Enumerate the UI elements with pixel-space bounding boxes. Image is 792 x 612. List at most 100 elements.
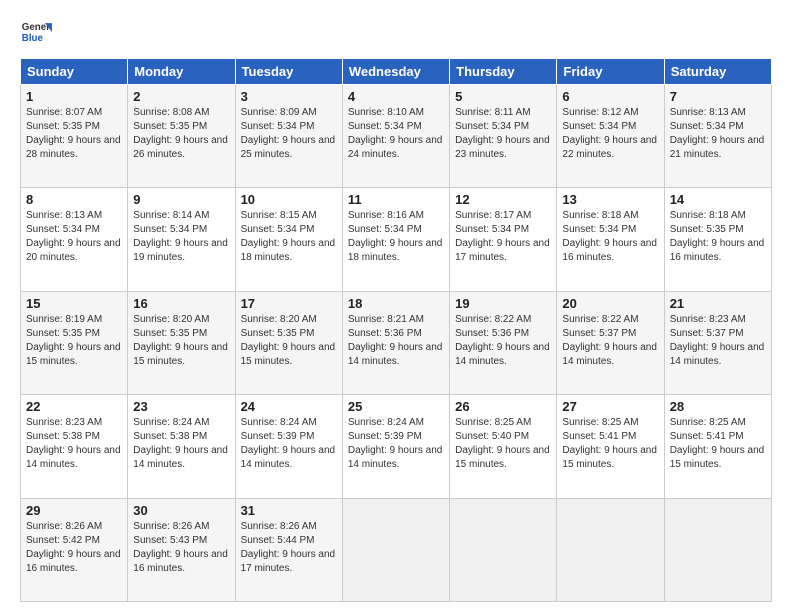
week-row-2: 8 Sunrise: 8:13 AMSunset: 5:34 PMDayligh… xyxy=(21,188,772,291)
day-cell: 1 Sunrise: 8:07 AMSunset: 5:35 PMDayligh… xyxy=(21,85,128,188)
day-cell: 21 Sunrise: 8:23 AMSunset: 5:37 PMDaylig… xyxy=(664,291,771,394)
day-number: 9 xyxy=(133,192,229,207)
weekday-header-row: SundayMondayTuesdayWednesdayThursdayFrid… xyxy=(21,59,772,85)
weekday-header-wednesday: Wednesday xyxy=(342,59,449,85)
day-info: Sunrise: 8:20 AMSunset: 5:35 PMDaylight:… xyxy=(133,314,228,367)
day-cell xyxy=(342,498,449,601)
day-cell: 14 Sunrise: 8:18 AMSunset: 5:35 PMDaylig… xyxy=(664,188,771,291)
day-info: Sunrise: 8:21 AMSunset: 5:36 PMDaylight:… xyxy=(348,314,443,367)
day-cell: 24 Sunrise: 8:24 AMSunset: 5:39 PMDaylig… xyxy=(235,395,342,498)
day-info: Sunrise: 8:26 AMSunset: 5:42 PMDaylight:… xyxy=(26,521,121,574)
day-cell: 31 Sunrise: 8:26 AMSunset: 5:44 PMDaylig… xyxy=(235,498,342,601)
day-number: 10 xyxy=(241,192,337,207)
day-info: Sunrise: 8:15 AMSunset: 5:34 PMDaylight:… xyxy=(241,210,336,263)
day-number: 27 xyxy=(562,399,658,414)
day-number: 11 xyxy=(348,192,444,207)
day-info: Sunrise: 8:12 AMSunset: 5:34 PMDaylight:… xyxy=(562,107,657,160)
day-info: Sunrise: 8:25 AMSunset: 5:41 PMDaylight:… xyxy=(670,417,765,470)
weekday-header-monday: Monday xyxy=(128,59,235,85)
day-number: 29 xyxy=(26,503,122,518)
week-row-1: 1 Sunrise: 8:07 AMSunset: 5:35 PMDayligh… xyxy=(21,85,772,188)
day-number: 23 xyxy=(133,399,229,414)
day-cell: 13 Sunrise: 8:18 AMSunset: 5:34 PMDaylig… xyxy=(557,188,664,291)
day-cell: 15 Sunrise: 8:19 AMSunset: 5:35 PMDaylig… xyxy=(21,291,128,394)
week-row-5: 29 Sunrise: 8:26 AMSunset: 5:42 PMDaylig… xyxy=(21,498,772,601)
weekday-header-sunday: Sunday xyxy=(21,59,128,85)
day-number: 7 xyxy=(670,89,766,104)
day-number: 5 xyxy=(455,89,551,104)
day-cell: 5 Sunrise: 8:11 AMSunset: 5:34 PMDayligh… xyxy=(450,85,557,188)
day-info: Sunrise: 8:07 AMSunset: 5:35 PMDaylight:… xyxy=(26,107,121,160)
day-number: 16 xyxy=(133,296,229,311)
day-cell: 17 Sunrise: 8:20 AMSunset: 5:35 PMDaylig… xyxy=(235,291,342,394)
day-info: Sunrise: 8:16 AMSunset: 5:34 PMDaylight:… xyxy=(348,210,443,263)
day-cell: 19 Sunrise: 8:22 AMSunset: 5:36 PMDaylig… xyxy=(450,291,557,394)
day-info: Sunrise: 8:22 AMSunset: 5:36 PMDaylight:… xyxy=(455,314,550,367)
day-info: Sunrise: 8:22 AMSunset: 5:37 PMDaylight:… xyxy=(562,314,657,367)
day-cell: 8 Sunrise: 8:13 AMSunset: 5:34 PMDayligh… xyxy=(21,188,128,291)
day-info: Sunrise: 8:18 AMSunset: 5:34 PMDaylight:… xyxy=(562,210,657,263)
day-cell: 26 Sunrise: 8:25 AMSunset: 5:40 PMDaylig… xyxy=(450,395,557,498)
week-row-4: 22 Sunrise: 8:23 AMSunset: 5:38 PMDaylig… xyxy=(21,395,772,498)
day-cell: 6 Sunrise: 8:12 AMSunset: 5:34 PMDayligh… xyxy=(557,85,664,188)
day-number: 19 xyxy=(455,296,551,311)
day-number: 1 xyxy=(26,89,122,104)
page: General Blue SundayMondayTuesdayWednesda… xyxy=(0,0,792,612)
day-number: 14 xyxy=(670,192,766,207)
day-number: 25 xyxy=(348,399,444,414)
day-info: Sunrise: 8:10 AMSunset: 5:34 PMDaylight:… xyxy=(348,107,443,160)
day-cell: 16 Sunrise: 8:20 AMSunset: 5:35 PMDaylig… xyxy=(128,291,235,394)
weekday-header-saturday: Saturday xyxy=(664,59,771,85)
day-cell: 20 Sunrise: 8:22 AMSunset: 5:37 PMDaylig… xyxy=(557,291,664,394)
day-info: Sunrise: 8:23 AMSunset: 5:38 PMDaylight:… xyxy=(26,417,121,470)
day-cell: 27 Sunrise: 8:25 AMSunset: 5:41 PMDaylig… xyxy=(557,395,664,498)
day-cell: 29 Sunrise: 8:26 AMSunset: 5:42 PMDaylig… xyxy=(21,498,128,601)
day-cell: 3 Sunrise: 8:09 AMSunset: 5:34 PMDayligh… xyxy=(235,85,342,188)
day-cell: 23 Sunrise: 8:24 AMSunset: 5:38 PMDaylig… xyxy=(128,395,235,498)
day-info: Sunrise: 8:13 AMSunset: 5:34 PMDaylight:… xyxy=(670,107,765,160)
day-cell: 10 Sunrise: 8:15 AMSunset: 5:34 PMDaylig… xyxy=(235,188,342,291)
day-cell: 2 Sunrise: 8:08 AMSunset: 5:35 PMDayligh… xyxy=(128,85,235,188)
day-cell: 28 Sunrise: 8:25 AMSunset: 5:41 PMDaylig… xyxy=(664,395,771,498)
day-cell: 7 Sunrise: 8:13 AMSunset: 5:34 PMDayligh… xyxy=(664,85,771,188)
day-number: 3 xyxy=(241,89,337,104)
day-info: Sunrise: 8:11 AMSunset: 5:34 PMDaylight:… xyxy=(455,107,550,160)
day-cell xyxy=(557,498,664,601)
day-cell: 12 Sunrise: 8:17 AMSunset: 5:34 PMDaylig… xyxy=(450,188,557,291)
day-number: 12 xyxy=(455,192,551,207)
day-info: Sunrise: 8:26 AMSunset: 5:43 PMDaylight:… xyxy=(133,521,228,574)
day-info: Sunrise: 8:17 AMSunset: 5:34 PMDaylight:… xyxy=(455,210,550,263)
calendar: SundayMondayTuesdayWednesdayThursdayFrid… xyxy=(20,58,772,602)
day-info: Sunrise: 8:14 AMSunset: 5:34 PMDaylight:… xyxy=(133,210,228,263)
day-number: 8 xyxy=(26,192,122,207)
day-info: Sunrise: 8:08 AMSunset: 5:35 PMDaylight:… xyxy=(133,107,228,160)
day-info: Sunrise: 8:23 AMSunset: 5:37 PMDaylight:… xyxy=(670,314,765,367)
day-number: 2 xyxy=(133,89,229,104)
day-number: 24 xyxy=(241,399,337,414)
day-cell xyxy=(664,498,771,601)
day-cell: 4 Sunrise: 8:10 AMSunset: 5:34 PMDayligh… xyxy=(342,85,449,188)
day-number: 30 xyxy=(133,503,229,518)
day-number: 28 xyxy=(670,399,766,414)
day-number: 4 xyxy=(348,89,444,104)
day-number: 17 xyxy=(241,296,337,311)
day-info: Sunrise: 8:24 AMSunset: 5:38 PMDaylight:… xyxy=(133,417,228,470)
day-info: Sunrise: 8:18 AMSunset: 5:35 PMDaylight:… xyxy=(670,210,765,263)
day-info: Sunrise: 8:24 AMSunset: 5:39 PMDaylight:… xyxy=(241,417,336,470)
weekday-header-friday: Friday xyxy=(557,59,664,85)
day-number: 13 xyxy=(562,192,658,207)
day-cell: 30 Sunrise: 8:26 AMSunset: 5:43 PMDaylig… xyxy=(128,498,235,601)
day-number: 20 xyxy=(562,296,658,311)
day-info: Sunrise: 8:25 AMSunset: 5:40 PMDaylight:… xyxy=(455,417,550,470)
day-number: 6 xyxy=(562,89,658,104)
day-info: Sunrise: 8:19 AMSunset: 5:35 PMDaylight:… xyxy=(26,314,121,367)
day-info: Sunrise: 8:20 AMSunset: 5:35 PMDaylight:… xyxy=(241,314,336,367)
weekday-header-thursday: Thursday xyxy=(450,59,557,85)
logo-icon: General Blue xyxy=(20,16,52,48)
header: General Blue xyxy=(20,16,772,48)
day-info: Sunrise: 8:24 AMSunset: 5:39 PMDaylight:… xyxy=(348,417,443,470)
day-cell: 11 Sunrise: 8:16 AMSunset: 5:34 PMDaylig… xyxy=(342,188,449,291)
day-number: 21 xyxy=(670,296,766,311)
svg-text:Blue: Blue xyxy=(22,33,44,44)
day-number: 18 xyxy=(348,296,444,311)
